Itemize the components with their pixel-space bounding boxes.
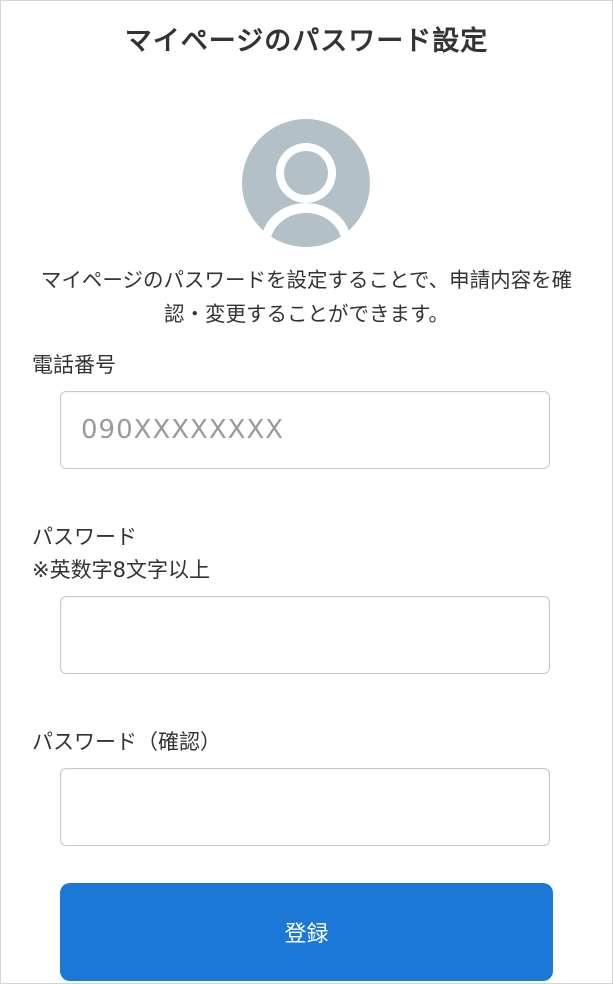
password-confirm-input[interactable] xyxy=(60,768,550,846)
password-setup-page: マイページのパスワード設定 マイページのパスワードを設定することで、申請内容を確… xyxy=(0,0,613,984)
phone-label: 電話番号 xyxy=(32,353,116,377)
description-text: マイページのパスワードを設定することで、申請内容を確 認・変更することができます… xyxy=(1,263,612,331)
password-input[interactable] xyxy=(60,596,550,674)
description-line-2: 認・変更することができます。 xyxy=(164,302,449,326)
phone-input[interactable] xyxy=(60,391,550,469)
register-button[interactable]: 登録 xyxy=(60,883,553,981)
page-title: マイページのパスワード設定 xyxy=(124,26,489,57)
user-avatar-icon xyxy=(242,119,370,247)
description-line-1: マイページのパスワードを設定することで、申請内容を確 xyxy=(40,268,573,292)
password-confirm-label: パスワード（確認） xyxy=(32,730,221,754)
password-label: パスワード xyxy=(32,525,137,549)
password-requirement-note: ※英数字8文字以上 xyxy=(32,558,210,582)
